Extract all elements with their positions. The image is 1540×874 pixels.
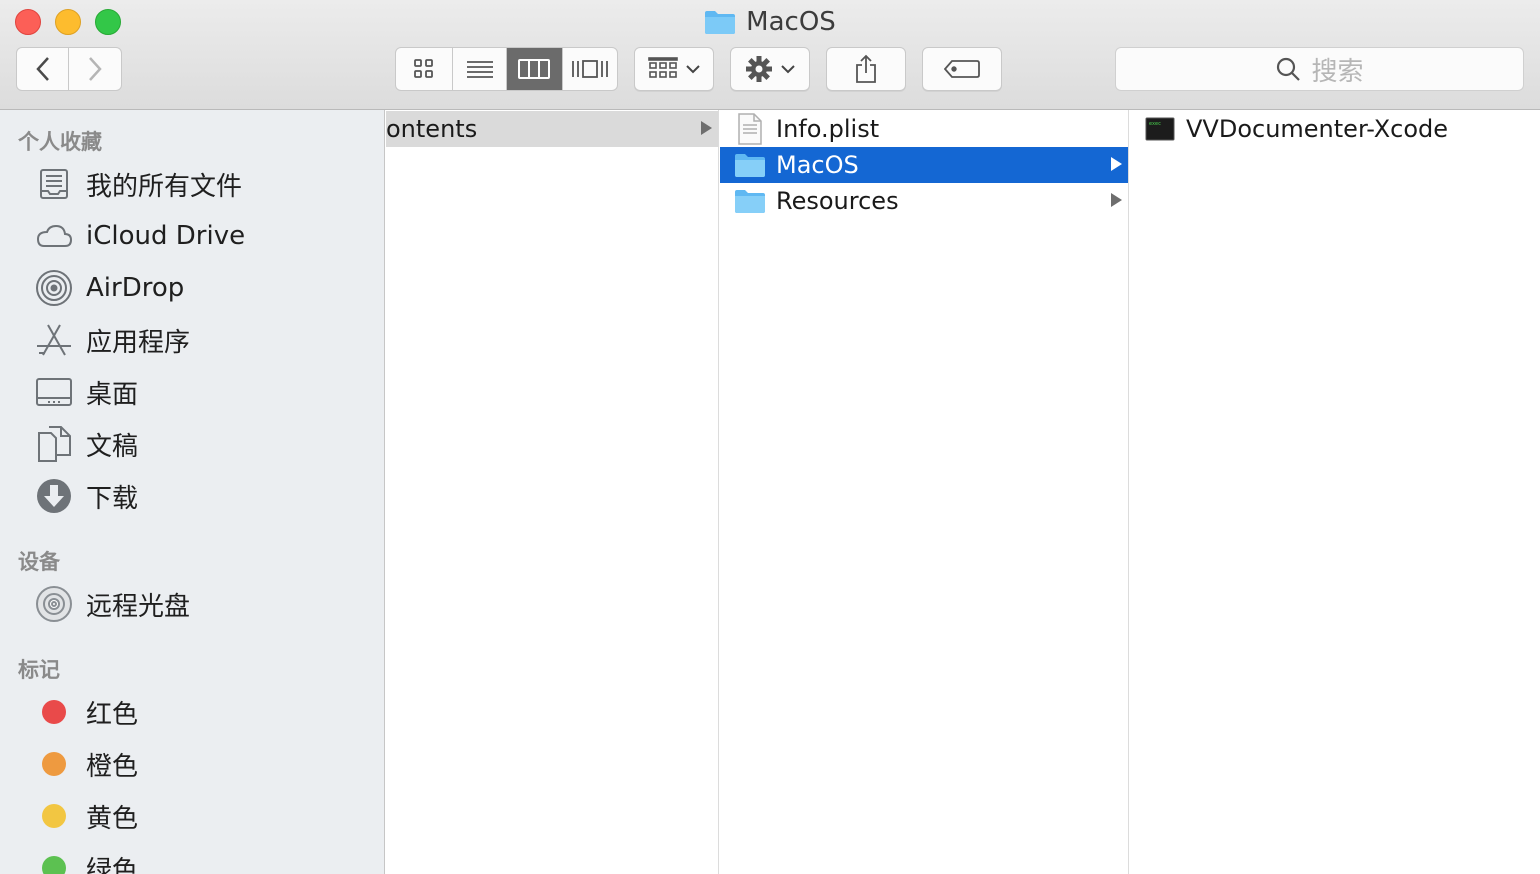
window-title: MacOS <box>0 6 1540 38</box>
sidebar-item-downloads[interactable]: 下载 <box>34 474 138 518</box>
share-button[interactable] <box>826 47 906 91</box>
list-view-button[interactable] <box>453 48 507 90</box>
applications-icon <box>37 324 71 356</box>
disc-icon <box>36 586 72 622</box>
tag-icon <box>944 60 980 78</box>
share-icon <box>856 54 876 83</box>
browser-column-1: ontents <box>386 110 719 874</box>
sidebar-item-label: 文稿 <box>86 431 139 462</box>
grid-icon <box>414 59 434 78</box>
sidebar-item-label: 下载 <box>86 483 139 514</box>
list-item[interactable]: exec VVDocumenter-Xcode <box>1130 111 1540 147</box>
chevron-down-icon <box>781 65 795 74</box>
columns-icon <box>518 59 551 79</box>
sidebar-item-label: 红色 <box>86 699 139 730</box>
list-item[interactable]: Resources <box>720 183 1128 219</box>
back-button[interactable] <box>17 48 70 90</box>
list-item[interactable]: ontents <box>386 111 718 147</box>
search-icon <box>1277 57 1301 81</box>
sidebar-item-tag-orange[interactable]: 橙色 <box>34 742 138 786</box>
arrange-icon <box>648 57 678 78</box>
file-name: VVDocumenter-Xcode <box>1186 115 1449 143</box>
disclosure-arrow-icon <box>1111 193 1122 207</box>
documents-icon <box>38 426 71 462</box>
sidebar-section-devices: 设备 <box>18 550 60 574</box>
desktop-icon <box>36 378 72 406</box>
toolbar: MacOS 搜索 <box>0 0 1540 110</box>
tag-dot-icon <box>42 752 66 776</box>
file-name: Info.plist <box>776 115 880 143</box>
sidebar-section-tags: 标记 <box>18 658 60 682</box>
executable-icon: exec <box>1145 117 1175 141</box>
action-button[interactable] <box>730 47 810 91</box>
file-name: ontents <box>386 115 478 143</box>
cloud-icon <box>36 224 73 247</box>
search-field[interactable]: 搜索 <box>1115 47 1524 91</box>
all-files-icon <box>40 169 68 199</box>
sidebar-item-label: 绿色 <box>86 855 139 874</box>
plist-file-icon <box>738 113 762 145</box>
sidebar-item-label: iCloud Drive <box>86 221 246 251</box>
icon-view-button[interactable] <box>396 48 454 90</box>
sidebar-item-tag-yellow[interactable]: 黄色 <box>34 794 138 838</box>
sidebar-item-applications[interactable]: 应用程序 <box>34 318 190 362</box>
folder-icon <box>705 11 736 34</box>
column-view-button[interactable] <box>507 48 563 90</box>
sidebar-item-airdrop[interactable]: AirDrop <box>34 266 184 310</box>
window-title-text: MacOS <box>746 7 836 37</box>
sidebar-item-label: 橙色 <box>86 751 139 782</box>
sidebar-item-desktop[interactable]: 桌面 <box>34 370 138 414</box>
sidebar-item-label: 应用程序 <box>86 327 191 358</box>
svg-text:exec: exec <box>1149 121 1161 127</box>
view-switcher <box>395 47 618 91</box>
chevron-down-icon <box>686 65 700 74</box>
sidebar-item-icloud-drive[interactable]: iCloud Drive <box>34 214 245 258</box>
sidebar-item-all-files[interactable]: 我的所有文件 <box>34 162 242 206</box>
tag-dot-icon <box>42 804 66 828</box>
cover-flow-button[interactable] <box>563 48 618 90</box>
list-icon <box>466 61 493 78</box>
folder-icon <box>735 154 765 177</box>
tags-button[interactable] <box>922 47 1002 91</box>
folder-icon <box>735 190 765 213</box>
sidebar-item-documents[interactable]: 文稿 <box>34 422 138 466</box>
sidebar-item-label: AirDrop <box>86 273 185 303</box>
downloads-icon <box>37 479 71 513</box>
sidebar-item-tag-red[interactable]: 红色 <box>34 690 138 734</box>
list-item[interactable]: MacOS <box>720 147 1128 183</box>
cover-flow-icon <box>571 60 608 78</box>
list-item[interactable]: Info.plist <box>720 111 1128 147</box>
nav-buttons <box>16 47 122 91</box>
disclosure-arrow-icon <box>1111 157 1122 171</box>
forward-button[interactable] <box>69 48 121 90</box>
file-name: MacOS <box>776 151 859 179</box>
browser-column-3: exec VVDocumenter-Xcode <box>1130 110 1540 874</box>
search-placeholder: 搜索 <box>1311 56 1364 87</box>
disclosure-arrow-icon <box>701 121 712 135</box>
sidebar: 个人收藏 我的所有文件 iCloud Drive AirDrop 应用程序 桌面… <box>0 110 385 874</box>
gear-icon <box>746 56 772 82</box>
tag-dot-icon <box>42 856 66 874</box>
chevron-left-icon <box>35 57 49 81</box>
sidebar-item-label: 我的所有文件 <box>86 171 243 202</box>
sidebar-item-label: 远程光盘 <box>86 591 191 622</box>
arrange-button[interactable] <box>634 47 714 91</box>
sidebar-item-remote-disc[interactable]: 远程光盘 <box>34 582 190 626</box>
sidebar-item-label: 桌面 <box>86 379 139 410</box>
sidebar-section-favorites: 个人收藏 <box>18 130 102 154</box>
chevron-right-icon <box>89 57 102 81</box>
tag-dot-icon <box>42 700 66 724</box>
file-name: Resources <box>776 187 899 215</box>
sidebar-item-label: 黄色 <box>86 803 139 834</box>
browser-column-2: Info.plist MacOS Resources <box>720 110 1129 874</box>
sidebar-item-tag-green[interactable]: 绿色 <box>34 846 138 874</box>
airdrop-icon <box>36 270 72 306</box>
